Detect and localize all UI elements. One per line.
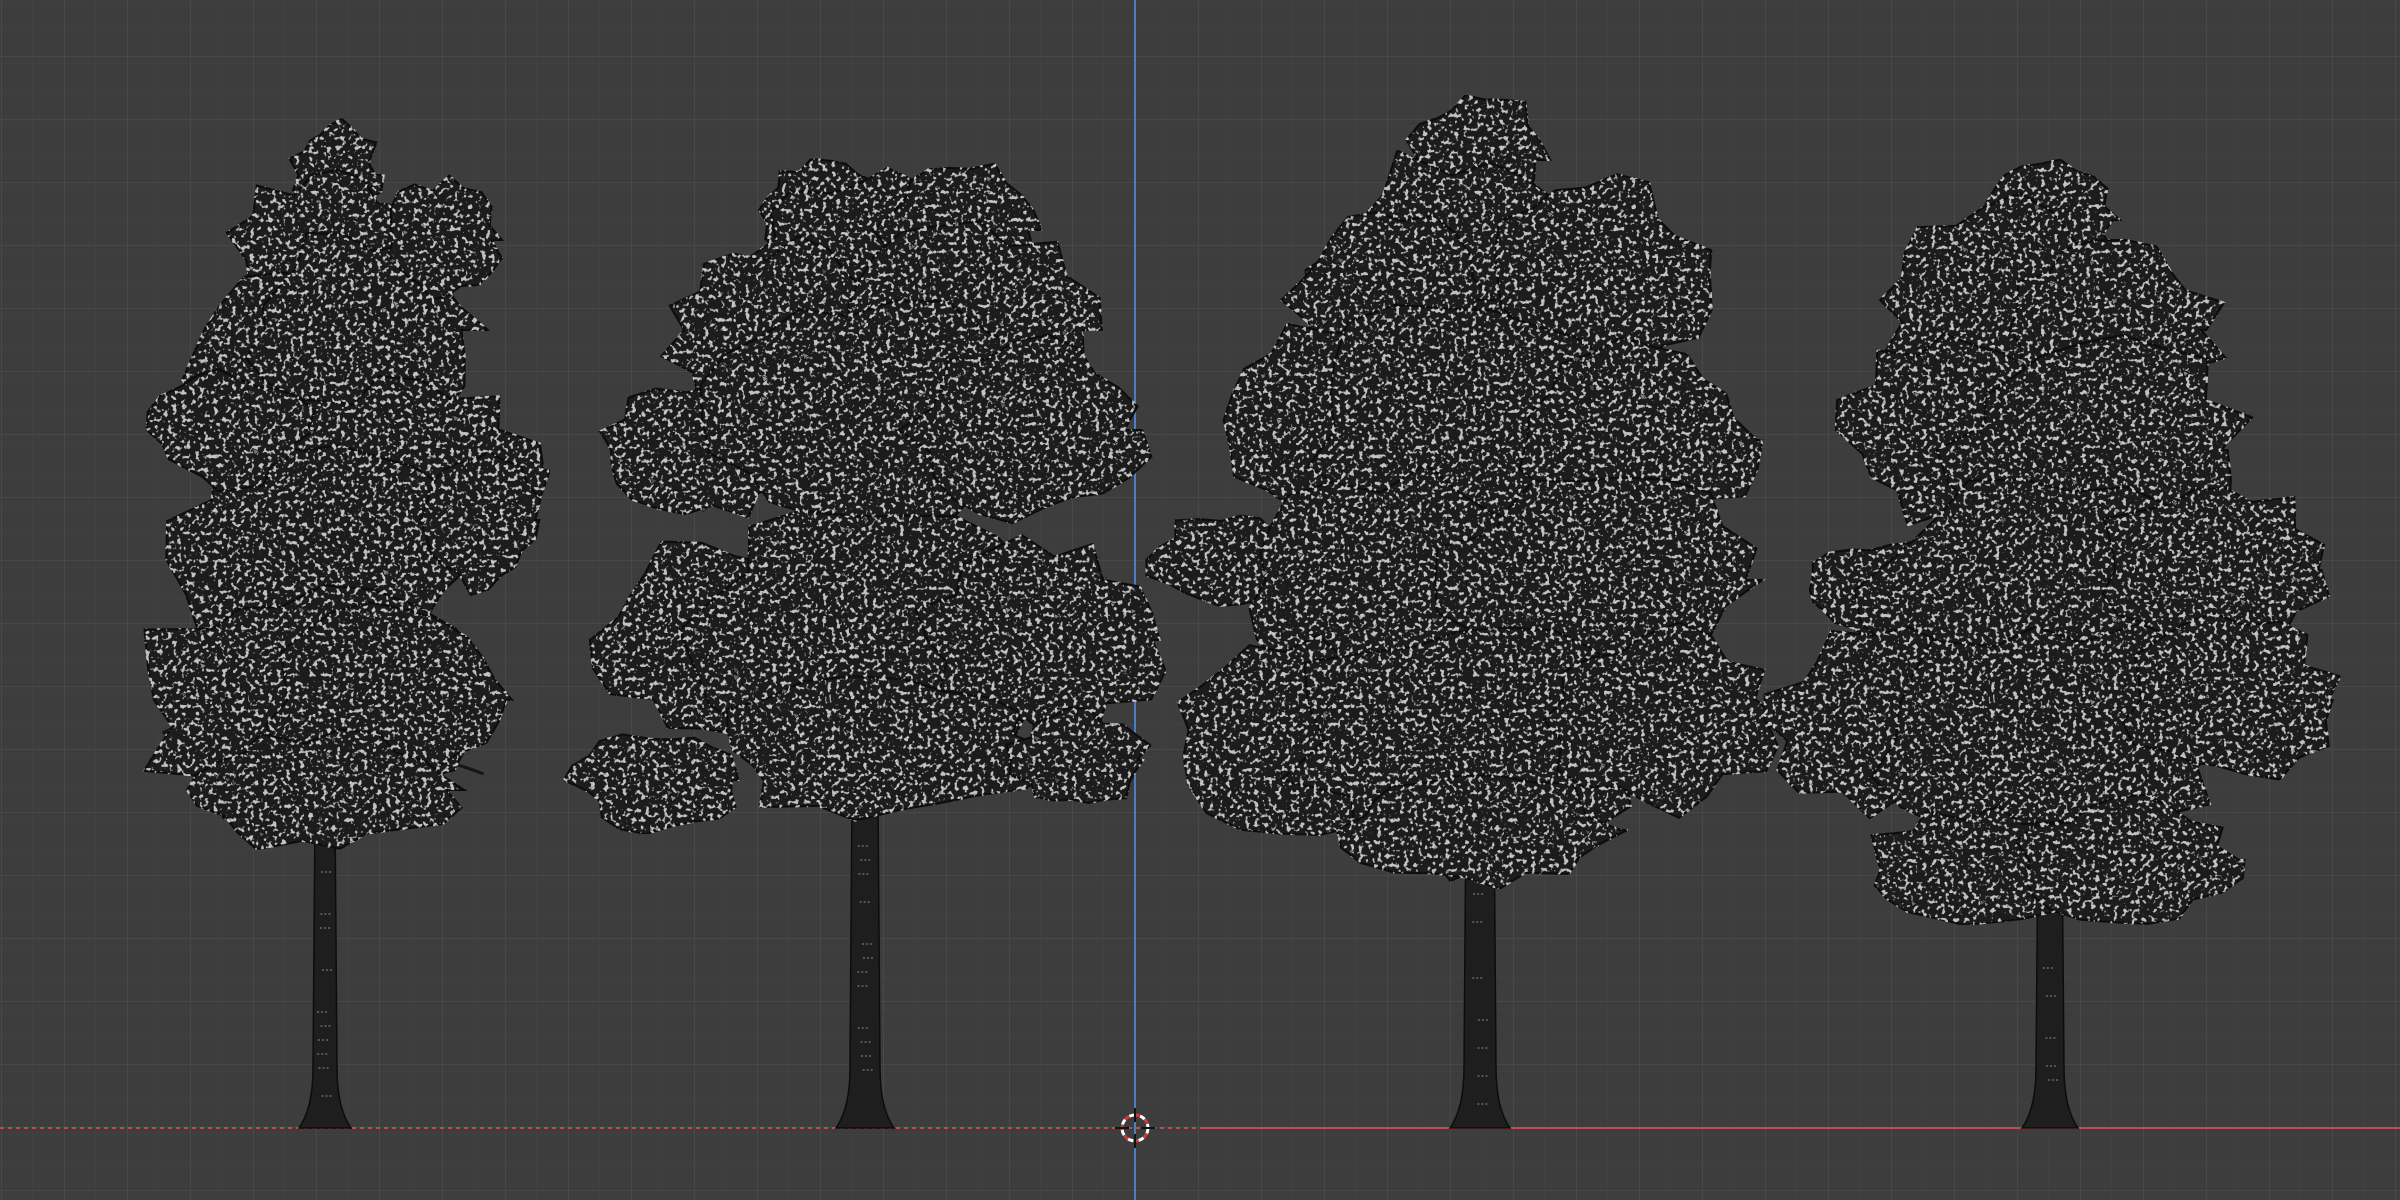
viewport-canvas[interactable]: [0, 0, 2400, 1200]
3d-viewport[interactable]: [0, 0, 2400, 1200]
